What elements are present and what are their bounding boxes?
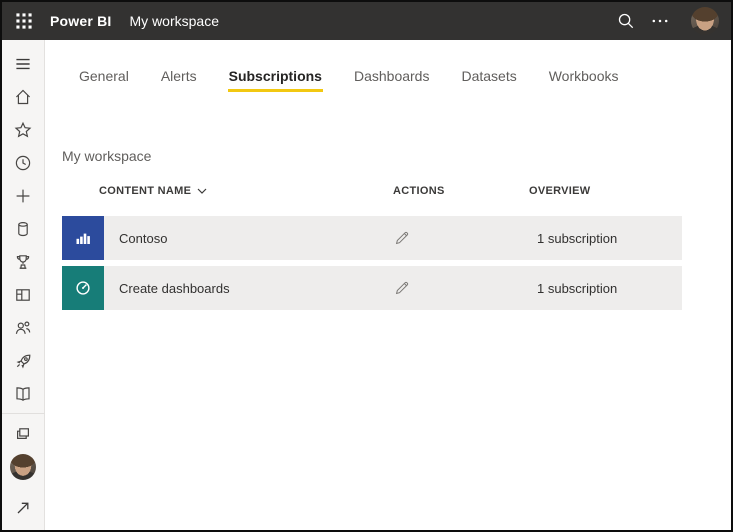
more-options-button[interactable]	[643, 4, 677, 38]
waffle-icon	[14, 11, 34, 31]
content-name: Contoso	[119, 230, 168, 246]
body: General Alerts Subscriptions Dashboards …	[2, 40, 731, 530]
nav-learn-button[interactable]	[2, 377, 45, 410]
account-avatar[interactable]	[691, 7, 719, 35]
column-header-actions: ACTIONS	[393, 185, 445, 197]
nav-expand-button[interactable]	[2, 491, 45, 524]
search-button[interactable]	[609, 4, 643, 38]
trophy-icon	[13, 252, 33, 272]
star-icon	[13, 120, 33, 140]
nav-home-button[interactable]	[2, 80, 45, 113]
app-launcher-button[interactable]	[7, 4, 41, 38]
topbar: Power BI My workspace	[2, 2, 731, 40]
table-row[interactable]: Contoso 1 subscription	[62, 216, 682, 260]
sort-chevron-down-icon	[197, 188, 207, 194]
search-icon	[616, 11, 636, 31]
nav-goals-button[interactable]	[2, 245, 45, 278]
subscriptions-table: CONTENT NAME ACTIONS OVERVIEW Contoso 1 …	[62, 185, 682, 310]
tab-dashboards[interactable]: Dashboards	[353, 68, 431, 92]
nav-menu-button[interactable]	[2, 47, 45, 80]
main-content: General Alerts Subscriptions Dashboards …	[45, 40, 731, 530]
tab-workbooks[interactable]: Workbooks	[548, 68, 620, 92]
column-header-content-name[interactable]: CONTENT NAME	[62, 185, 393, 197]
table-body: Contoso 1 subscription Create dashboards…	[62, 216, 682, 310]
content-name: Create dashboards	[119, 280, 230, 296]
left-nav	[2, 40, 45, 530]
table-header-row: CONTENT NAME ACTIONS OVERVIEW	[62, 185, 682, 197]
content-tile	[62, 266, 104, 310]
tab-general[interactable]: General	[78, 68, 130, 92]
hamburger-icon	[13, 54, 33, 74]
tab-datasets[interactable]: Datasets	[460, 68, 517, 92]
gauge-icon	[74, 279, 92, 297]
nav-favorites-button[interactable]	[2, 113, 45, 146]
nav-create-button[interactable]	[2, 179, 45, 212]
table-row[interactable]: Create dashboards 1 subscription	[62, 266, 682, 310]
app-name[interactable]: Power BI	[50, 13, 112, 29]
overview-text: 1 subscription	[537, 230, 618, 246]
column-header-overview: OVERVIEW	[529, 185, 591, 197]
pencil-icon	[393, 229, 411, 247]
people-icon	[13, 318, 33, 338]
bar-chart-icon	[74, 229, 92, 247]
plus-icon	[13, 186, 33, 206]
my-workspace-avatar	[10, 453, 36, 480]
settings-tabs: General Alerts Subscriptions Dashboards …	[62, 40, 731, 92]
nav-recent-button[interactable]	[2, 146, 45, 179]
workspace-heading: My workspace	[62, 148, 152, 164]
nav-my-workspace-button[interactable]	[2, 450, 45, 483]
actions-cell	[393, 279, 529, 297]
overview-text: 1 subscription	[537, 280, 618, 296]
rocket-icon	[13, 351, 33, 371]
nav-apps-button[interactable]	[2, 278, 45, 311]
actions-cell	[393, 229, 529, 247]
layers-icon	[13, 424, 33, 444]
book-icon	[13, 384, 33, 404]
home-icon	[13, 87, 33, 107]
nav-datasets-button[interactable]	[2, 212, 45, 245]
clock-icon	[13, 153, 33, 173]
apps-window-icon	[13, 285, 33, 305]
nav-shared-button[interactable]	[2, 311, 45, 344]
tab-alerts[interactable]: Alerts	[160, 68, 198, 92]
edit-subscription-button[interactable]	[393, 229, 411, 247]
edit-subscription-button[interactable]	[393, 279, 411, 297]
database-icon	[13, 219, 33, 239]
powerbi-window: Power BI My workspace General Alerts Sub…	[0, 0, 733, 532]
topbar-workspace-name[interactable]: My workspace	[130, 13, 219, 29]
pencil-icon	[393, 279, 411, 297]
ellipsis-icon	[650, 11, 670, 31]
nav-workspaces-button[interactable]	[2, 417, 45, 450]
diagonal-arrow-icon	[13, 498, 33, 518]
nav-pipelines-button[interactable]	[2, 344, 45, 377]
sidebar-divider	[2, 413, 45, 414]
content-tile	[62, 216, 104, 260]
tab-subscriptions[interactable]: Subscriptions	[227, 68, 323, 92]
